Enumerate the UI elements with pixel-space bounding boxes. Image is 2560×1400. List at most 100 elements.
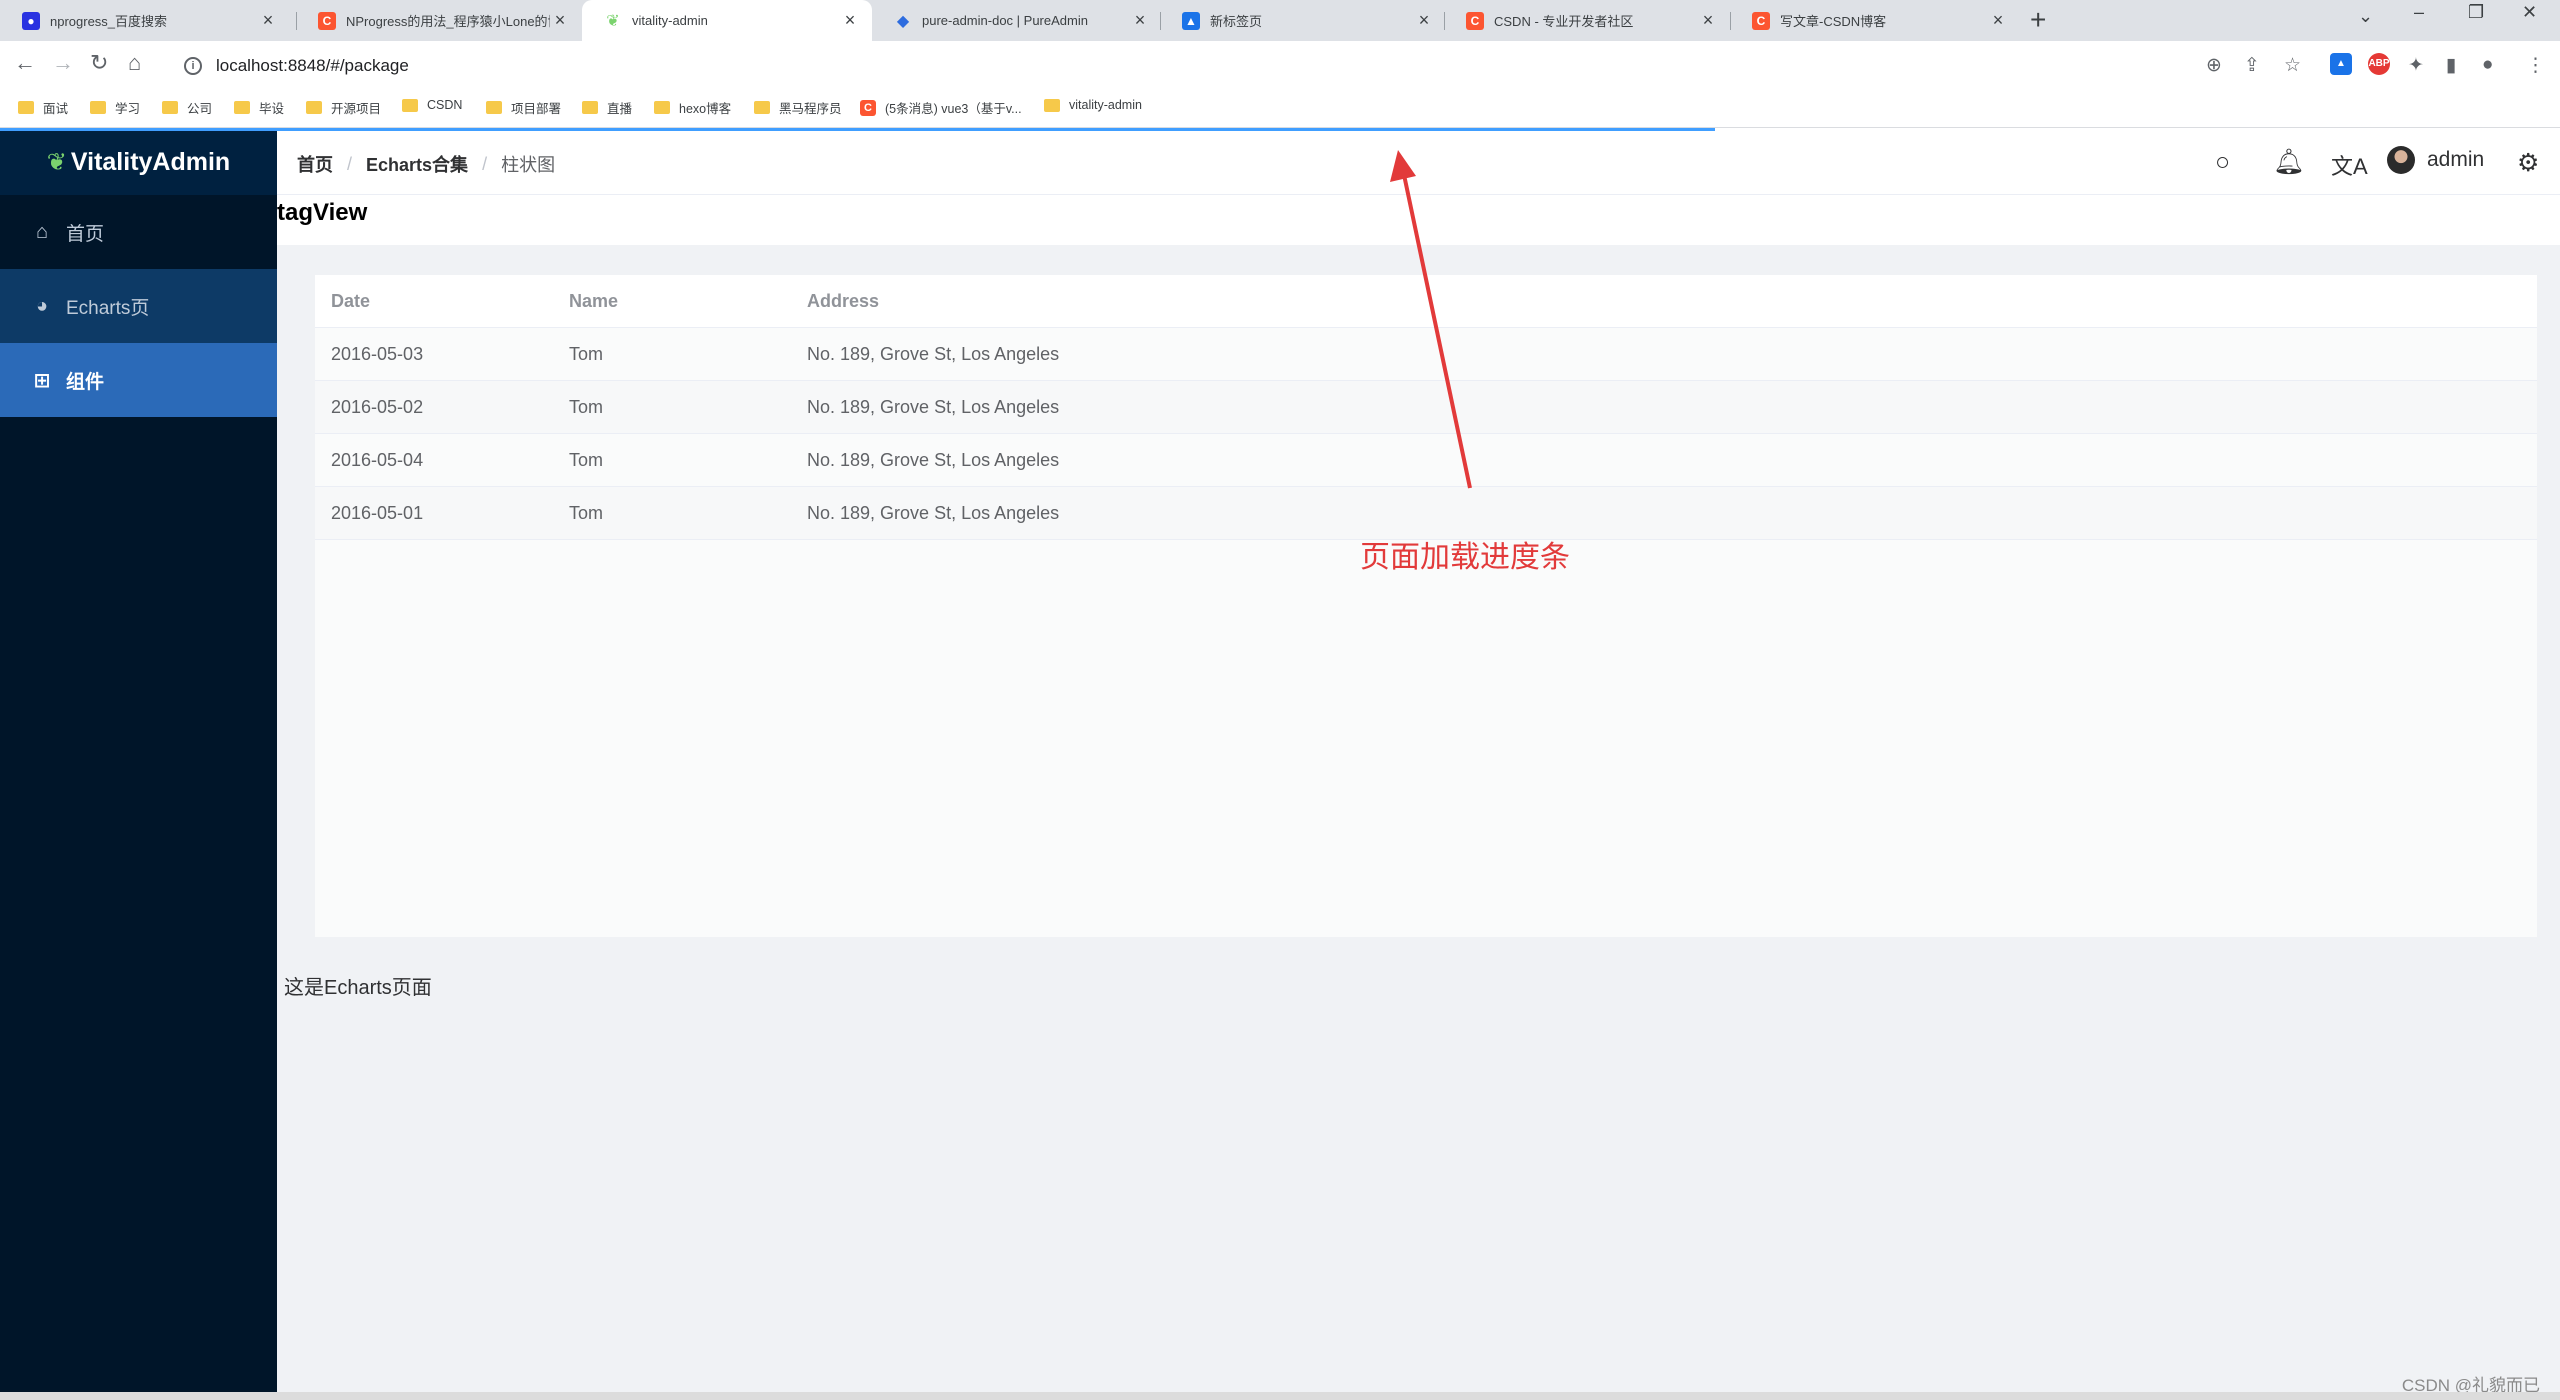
cell-name: Tom <box>569 396 604 417</box>
new-tab-button[interactable]: + <box>2030 4 2046 36</box>
tab-search-chevron-icon[interactable]: ⌄ <box>2358 6 2373 27</box>
tab-title: NProgress的用法_程序猿小Lone的博客 <box>346 14 550 29</box>
table-row[interactable]: 2016-05-03 Tom No. 189, Grove St, Los An… <box>315 328 2537 381</box>
table-row[interactable]: 2016-05-04 Tom No. 189, Grove St, Los An… <box>315 434 2537 487</box>
bookmark-folder[interactable]: 学习 <box>90 98 140 117</box>
folder-icon <box>402 98 418 112</box>
browser-tab[interactable]: C CSDN - 专业开发者社区 × <box>1444 0 1730 41</box>
zoom-icon[interactable]: ⊕ <box>2206 54 2222 77</box>
puzzle-icon[interactable]: ✦ <box>2408 54 2424 77</box>
bookmark-label: 开源项目 <box>331 102 382 116</box>
reload-icon[interactable]: ↻ <box>90 50 108 76</box>
browser-tab-active[interactable]: ❦ vitality-admin × <box>582 0 872 41</box>
browser-tab[interactable]: ▲ 新标签页 × <box>1160 0 1446 41</box>
leaf-logo-icon: ❦ <box>46 148 67 176</box>
browser-tab[interactable]: ◆ pure-admin-doc | PureAdmin × <box>872 0 1162 41</box>
tab-title: CSDN - 专业开发者社区 <box>1494 14 1634 29</box>
bookmark-folder[interactable]: 开源项目 <box>306 98 381 117</box>
restore-icon[interactable]: ❐ <box>2468 2 2484 23</box>
breadcrumb-item[interactable]: 首页 <box>297 151 333 177</box>
bookmark-folder[interactable]: vitality-admin <box>1044 98 1142 112</box>
close-icon[interactable]: × <box>1698 10 1718 31</box>
minimize-icon[interactable]: – <box>2414 2 2424 23</box>
column-header-date[interactable]: Date <box>315 291 553 312</box>
bookmark-folder[interactable]: 公司 <box>162 98 212 117</box>
csdn-icon: C <box>860 99 876 116</box>
bookmark-folder[interactable]: 项目部署 <box>486 98 561 117</box>
main-content: Date Name Address 2016-05-03 Tom No. 189… <box>277 245 2560 1392</box>
sidebar-item-home[interactable]: ⌂ 首页 <box>0 195 277 269</box>
profile-icon[interactable]: ● <box>2482 54 2493 76</box>
user-menu[interactable]: admin <box>2387 146 2484 174</box>
forward-icon[interactable]: → <box>52 50 74 76</box>
table-header-row: Date Name Address <box>315 275 2537 328</box>
close-icon[interactable]: × <box>1130 10 1150 31</box>
folder-icon <box>754 101 770 114</box>
cell-date: 2016-05-01 <box>331 502 424 523</box>
breadcrumb-separator: / <box>347 153 353 174</box>
bell-icon[interactable]: 🔔︎ <box>2273 148 2305 177</box>
site-info-icon[interactable]: i <box>184 57 202 75</box>
translate-icon[interactable]: 文A <box>2331 149 2368 181</box>
drop-icon: ◆ <box>896 12 910 30</box>
page-load-progress-bar <box>0 128 1716 131</box>
search-icon[interactable]: ○ <box>2215 148 2230 177</box>
leaf-icon: ❦ <box>606 12 620 30</box>
bookmark-label: 项目部署 <box>511 102 562 116</box>
browser-tab[interactable]: C 写文章-CSDN博客 × <box>1730 0 2020 41</box>
bookmark-label: 学习 <box>115 102 141 116</box>
browser-tab-strip: ● nprogress_百度搜索 × C NProgress的用法_程序猿小Lo… <box>0 0 2560 41</box>
cell-name: Tom <box>569 343 604 364</box>
avatar <box>2387 146 2415 174</box>
more-icon[interactable]: ⋮ <box>2526 54 2545 77</box>
close-icon[interactable]: × <box>258 10 278 31</box>
column-header-address[interactable]: Address <box>791 291 2537 312</box>
browser-tab[interactable]: ● nprogress_百度搜索 × <box>0 0 290 41</box>
close-icon[interactable]: × <box>1988 10 2008 31</box>
sidebar-item-label: 首页 <box>66 223 105 245</box>
cell-address: No. 189, Grove St, Los Angeles <box>807 502 1060 523</box>
back-icon[interactable]: ← <box>14 50 36 76</box>
bookmark-folder[interactable]: 直播 <box>582 98 632 117</box>
share-icon[interactable]: ⇪ <box>2244 54 2260 77</box>
side-panel-icon[interactable]: ▮ <box>2446 54 2456 77</box>
adblock-icon[interactable]: ABP <box>2368 53 2390 75</box>
breadcrumb-item[interactable]: Echarts合集 <box>366 151 468 177</box>
cell-name: Tom <box>569 449 604 470</box>
bookmark-label: 毕设 <box>259 102 285 116</box>
cell-name: Tom <box>569 502 604 523</box>
gear-icon[interactable]: ⚙ <box>2517 148 2539 178</box>
bookmark-link[interactable]: C (5条消息) vue3（基于v... <box>860 98 1022 117</box>
address-bar[interactable]: i localhost:8848/#/package <box>168 47 2268 85</box>
bookmark-folder[interactable]: 毕设 <box>234 98 284 117</box>
table-row[interactable]: 2016-05-02 Tom No. 189, Grove St, Los An… <box>315 381 2537 434</box>
bookmark-label: 黑马程序员 <box>779 102 842 116</box>
bookmark-label: 公司 <box>187 102 213 116</box>
sidebar-item-echarts[interactable]: ◕ Echarts页 <box>0 269 277 343</box>
close-icon[interactable]: × <box>550 10 570 31</box>
bookmark-folder[interactable]: 面试 <box>18 98 68 117</box>
browser-tab[interactable]: C NProgress的用法_程序猿小Lone的博客 × <box>296 0 582 41</box>
cell-date: 2016-05-04 <box>331 449 424 470</box>
extension-icon[interactable]: ▲ <box>2330 53 2352 75</box>
bookmark-folder[interactable]: hexo博客 <box>654 98 731 117</box>
close-icon[interactable]: × <box>840 10 860 31</box>
bottom-strip <box>0 1392 2560 1400</box>
folder-icon <box>486 101 502 114</box>
star-icon[interactable]: ☆ <box>2284 54 2301 77</box>
folder-icon <box>90 101 106 114</box>
sidebar-item-label: 组件 <box>66 371 105 393</box>
sidebar-item-components[interactable]: ⊞ 组件 <box>0 343 277 417</box>
home-icon[interactable]: ⌂ <box>128 50 141 76</box>
username: admin <box>2427 148 2485 171</box>
bookmark-label: (5条消息) vue3（基于v... <box>885 102 1022 116</box>
bookmark-label: 面试 <box>43 102 69 116</box>
browser-toolbar: ← → ↻ ⌂ i localhost:8848/#/package ⊕ ⇪ ☆… <box>0 41 2560 90</box>
bookmark-folder[interactable]: 黑马程序员 <box>754 98 842 117</box>
bookmark-folder[interactable]: CSDN <box>402 98 462 112</box>
close-window-icon[interactable]: ✕ <box>2522 2 2537 23</box>
sidebar-item-label: Echarts页 <box>66 297 150 319</box>
column-header-name[interactable]: Name <box>553 291 791 312</box>
close-icon[interactable]: × <box>1414 10 1434 31</box>
app-logo[interactable]: ❦ VitalityAdmin <box>0 129 277 195</box>
